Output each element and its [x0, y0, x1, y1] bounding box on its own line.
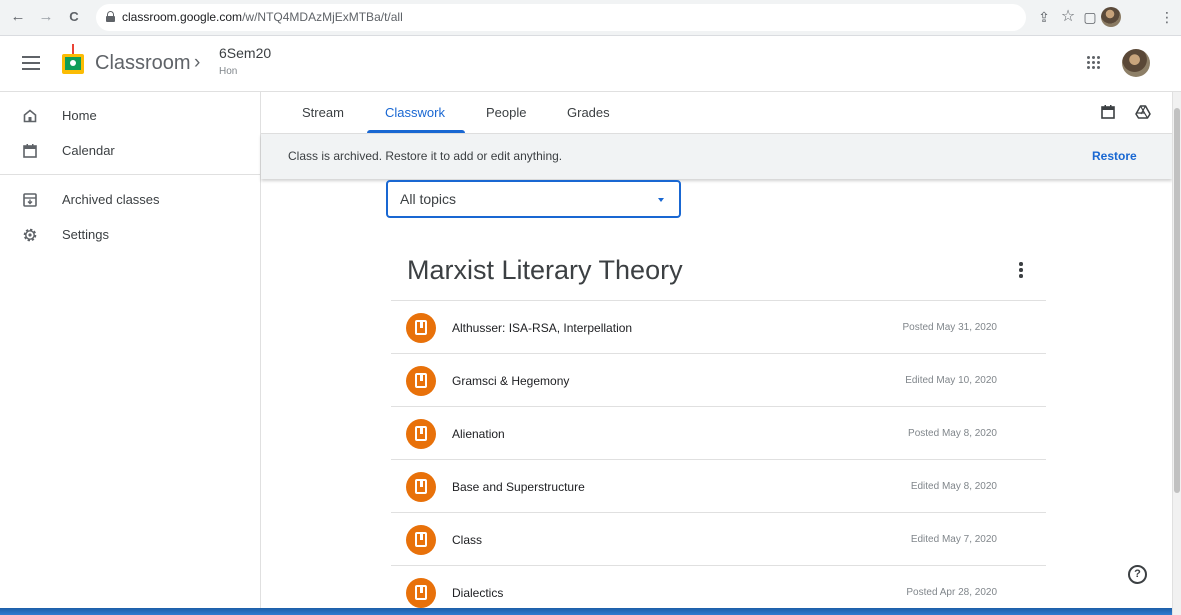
material-item[interactable]: Gramsci & Hegemony Edited May 10, 2020	[391, 354, 1046, 407]
archive-icon	[23, 193, 37, 207]
page-scrollbar[interactable]	[1172, 92, 1181, 615]
url-path: /w/NTQ4MDAzMjExMTBa/t/all	[242, 10, 403, 24]
material-title: Alienation	[452, 427, 505, 441]
tab-people[interactable]: People	[486, 105, 526, 120]
material-date: Edited May 10, 2020	[905, 375, 997, 386]
browser-toolbar: ← → C classroom.google.com/w/NTQ4MDAzMjE…	[0, 0, 1181, 36]
tab-grades[interactable]: Grades	[567, 105, 610, 120]
material-icon	[406, 472, 436, 502]
lock-icon	[106, 11, 115, 22]
side-panel-icon[interactable]: ▢	[1080, 7, 1100, 27]
google-apps-icon[interactable]	[1087, 56, 1101, 70]
material-item[interactable]: Althusser: ISA-RSA, Interpellation Poste…	[391, 301, 1046, 354]
url-host: classroom.google.com	[122, 10, 243, 24]
material-item[interactable]: Base and Superstructure Edited May 8, 20…	[391, 460, 1046, 513]
tab-classwork[interactable]: Classwork	[385, 105, 445, 120]
sidebar-item-label: Calendar	[62, 143, 115, 158]
url-text: classroom.google.com/w/NTQ4MDAzMjExMTBa/…	[122, 10, 403, 24]
class-name[interactable]: 6Sem20	[219, 45, 271, 61]
archived-banner: Class is archived. Restore it to add or …	[261, 134, 1172, 179]
restore-button[interactable]: Restore	[1092, 149, 1137, 163]
material-title: Gramsci & Hegemony	[452, 374, 570, 388]
class-section: Hon	[219, 66, 238, 77]
account-avatar[interactable]	[1122, 49, 1150, 77]
material-icon	[406, 419, 436, 449]
drive-folder-icon[interactable]	[1134, 103, 1152, 121]
classroom-logo[interactable]	[62, 44, 84, 76]
back-icon[interactable]: ←	[7, 6, 29, 28]
calendar-icon	[23, 144, 37, 158]
more-vert-icon[interactable]	[1018, 262, 1024, 280]
material-item[interactable]: Alienation Posted May 8, 2020	[391, 407, 1046, 460]
caret-down-icon	[658, 198, 664, 202]
material-title: Althusser: ISA-RSA, Interpellation	[452, 321, 633, 335]
gear-icon	[23, 228, 37, 242]
google-calendar-icon[interactable]	[1099, 103, 1117, 121]
topic-filter-value: All topics	[400, 191, 457, 207]
sidebar-item-archived-classes[interactable]: Archived classes	[0, 183, 261, 217]
browser-profile-avatar[interactable]	[1101, 7, 1121, 27]
material-item[interactable]: Class Edited May 7, 2020	[391, 513, 1046, 566]
reload-icon[interactable]: C	[63, 6, 85, 28]
sidebar-item-calendar[interactable]: Calendar	[0, 134, 261, 168]
material-date: Edited May 7, 2020	[910, 534, 997, 545]
material-title: Class	[452, 533, 483, 547]
material-icon	[406, 313, 436, 343]
material-date: Posted Apr 28, 2020	[906, 587, 997, 598]
share-icon[interactable]: ⇪	[1034, 7, 1054, 27]
os-taskbar	[0, 608, 1172, 615]
sidebar-item-label: Home	[62, 108, 97, 123]
topic-title[interactable]: Marxist Literary Theory	[407, 255, 683, 286]
material-date: Posted May 8, 2020	[908, 428, 997, 439]
sidebar: Home Calendar Archived classes Settings	[0, 92, 261, 615]
topic-filter-select[interactable]: All topics	[386, 180, 681, 218]
help-icon[interactable]: ?	[1128, 565, 1147, 584]
app-name[interactable]: Classroom	[95, 52, 191, 75]
material-title: Dialectics	[452, 586, 504, 600]
bookmark-star-icon[interactable]: ☆	[1058, 7, 1078, 27]
material-date: Edited May 8, 2020	[910, 481, 997, 492]
sidebar-item-label: Archived classes	[62, 192, 160, 207]
class-tabs: Stream Classwork People Grades	[261, 92, 1172, 134]
home-icon	[23, 109, 37, 123]
tab-stream[interactable]: Stream	[302, 105, 344, 120]
material-title: Base and Superstructure	[452, 480, 585, 494]
sidebar-item-home[interactable]: Home	[0, 99, 261, 133]
main-menu-icon[interactable]	[22, 56, 40, 70]
material-icon	[406, 366, 436, 396]
browser-menu-icon[interactable]: ⋮	[1157, 7, 1177, 27]
archived-message: Class is archived. Restore it to add or …	[288, 149, 563, 163]
sidebar-item-label: Settings	[62, 227, 109, 242]
sidebar-item-settings[interactable]: Settings	[0, 218, 261, 252]
app-header: Classroom › 6Sem20 Hon	[0, 36, 1181, 92]
material-icon	[406, 525, 436, 555]
scrollbar-thumb[interactable]	[1174, 108, 1180, 493]
material-date: Posted May 31, 2020	[902, 322, 997, 333]
address-bar[interactable]: classroom.google.com/w/NTQ4MDAzMjExMTBa/…	[96, 4, 1026, 31]
chevron-right-icon: ›	[194, 52, 201, 73]
sidebar-divider	[0, 174, 261, 175]
material-icon	[406, 578, 436, 608]
forward-icon[interactable]: →	[35, 6, 57, 28]
active-tab-indicator	[367, 130, 465, 133]
